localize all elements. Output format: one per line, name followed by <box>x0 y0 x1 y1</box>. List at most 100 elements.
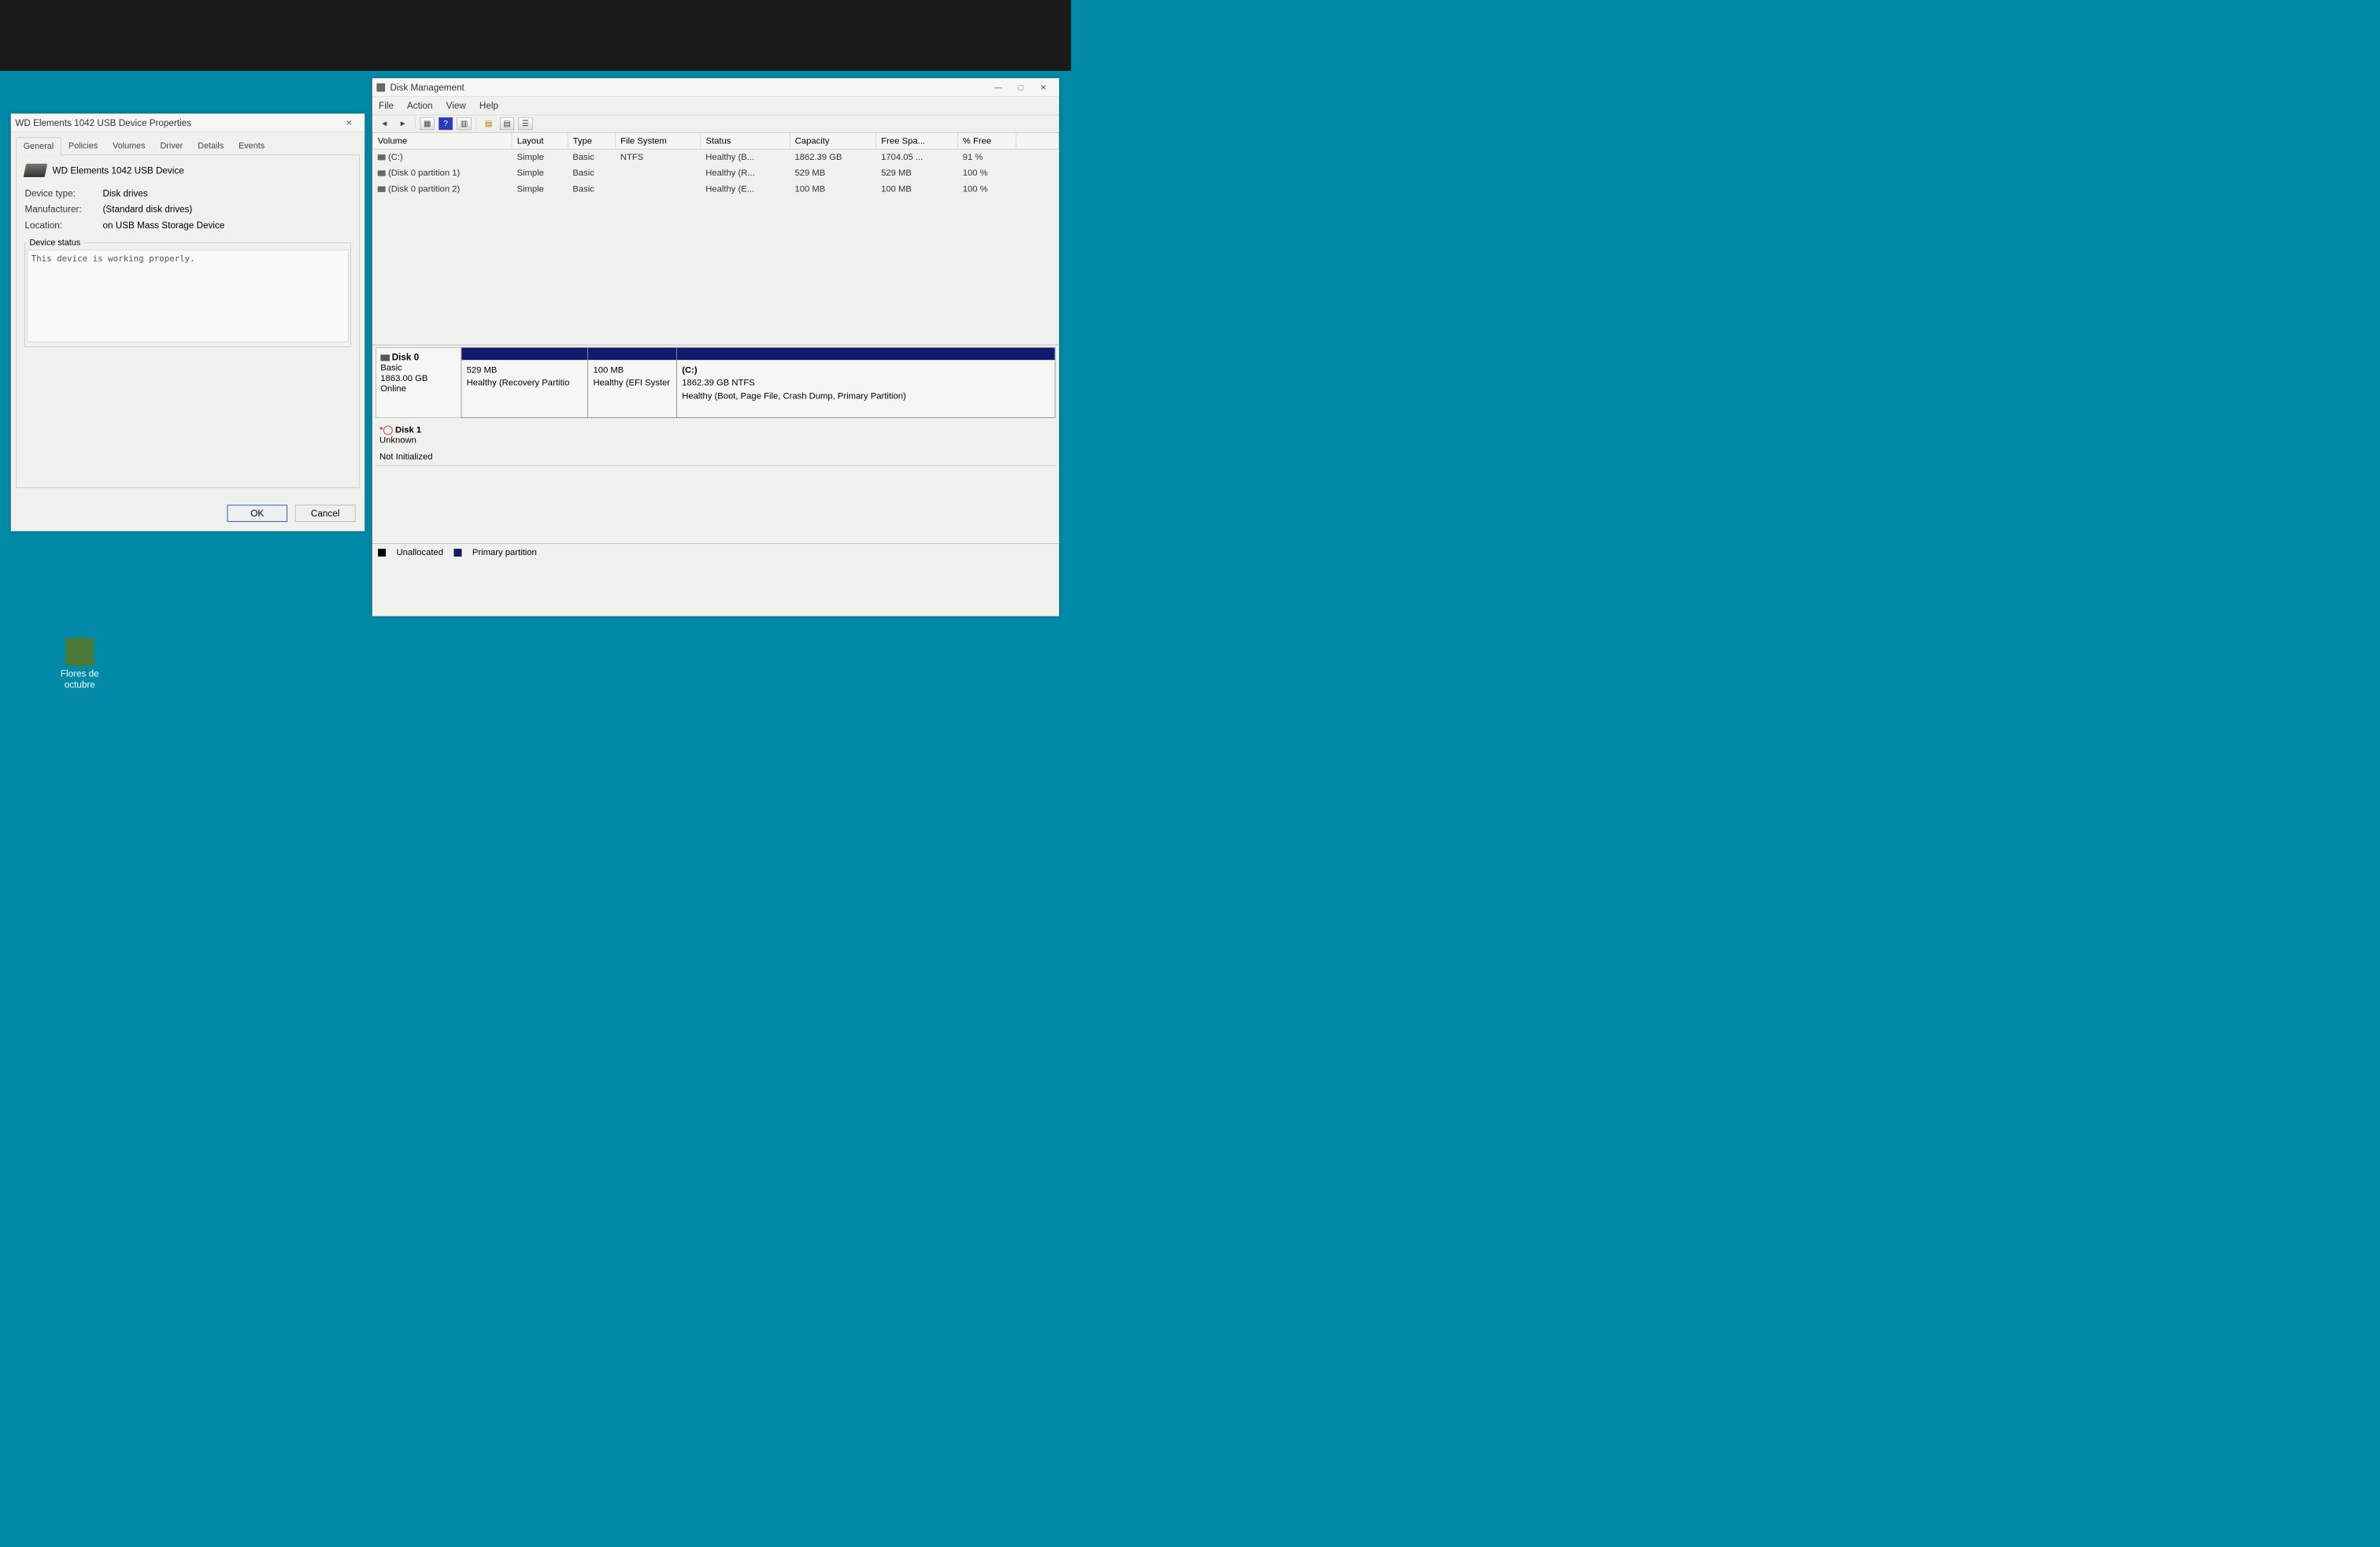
menu-file[interactable]: File <box>379 100 394 111</box>
volume-row[interactable]: (Disk 0 partition 1)SimpleBasicHealthy (… <box>372 165 1059 181</box>
volume-type: Basic <box>568 149 615 165</box>
close-icon[interactable]: ✕ <box>338 115 361 131</box>
close-icon[interactable]: ✕ <box>1032 80 1055 96</box>
volume-name: (Disk 0 partition 1) <box>372 165 512 181</box>
cancel-button[interactable]: Cancel <box>295 505 356 522</box>
properties-titlebar[interactable]: WD Elements 1042 USB Device Properties ✕ <box>11 113 365 131</box>
partition-color-bar <box>677 348 1055 360</box>
menu-help[interactable]: Help <box>479 100 498 111</box>
col-spacer <box>1016 133 1059 150</box>
volume-fs <box>616 165 701 181</box>
volume-layout: Simple <box>512 149 568 165</box>
volume-icon <box>377 171 385 176</box>
volume-row[interactable]: (Disk 0 partition 2)SimpleBasicHealthy (… <box>372 181 1059 197</box>
disk-management-icon <box>376 83 385 92</box>
tab-driver[interactable]: Driver <box>153 137 191 155</box>
properties-tabs: General Policies Volumes Driver Details … <box>16 137 360 155</box>
legend-unallocated-swatch <box>378 549 386 557</box>
manufacturer-value: (Standard disk drives) <box>103 204 193 215</box>
volume-name: (Disk 0 partition 2) <box>372 181 512 197</box>
list-icon[interactable]: ☰ <box>518 117 532 130</box>
partition-size: 1862.39 GB NTFS <box>682 378 755 388</box>
partition-title: (C:) <box>682 365 697 375</box>
disk-0-partitions: 529 MBHealthy (Recovery Partitio100 MBHe… <box>461 347 1055 417</box>
disk-0-size: 1863.00 GB <box>380 373 457 383</box>
properties-icon[interactable]: ▤ <box>500 117 514 130</box>
ok-button[interactable]: OK <box>227 505 287 522</box>
desktop-icon[interactable]: Flores de octubre <box>54 638 107 690</box>
manufacturer-label: Manufacturer: <box>25 204 103 215</box>
maximize-icon[interactable]: □ <box>1009 80 1032 96</box>
disk-drive-icon <box>24 164 48 177</box>
dm-titlebar[interactable]: Disk Management — □ ✕ <box>372 78 1059 96</box>
menu-view[interactable]: View <box>446 100 466 111</box>
tab-policies[interactable]: Policies <box>61 137 105 155</box>
volume-type: Basic <box>568 165 615 181</box>
menu-action[interactable]: Action <box>407 100 433 111</box>
col-layout[interactable]: Layout <box>512 133 568 150</box>
col-type[interactable]: Type <box>568 133 615 150</box>
disk-1-row[interactable]: *◯ Disk 1 Unknown Not Initialized <box>376 421 1055 466</box>
volume-list[interactable]: Volume Layout Type File System Status Ca… <box>372 132 1059 345</box>
disk-1-name: Disk 1 <box>395 425 421 435</box>
minimize-icon[interactable]: — <box>986 80 1009 96</box>
partition[interactable]: 529 MBHealthy (Recovery Partitio <box>461 347 588 417</box>
col-capacity[interactable]: Capacity <box>790 133 876 150</box>
volume-status: Healthy (B... <box>701 149 790 165</box>
action-icon[interactable]: ▤ <box>482 117 496 130</box>
forward-icon[interactable]: ► <box>396 117 410 130</box>
legend-primary-swatch <box>453 549 461 557</box>
disk-0-status: Online <box>380 383 457 394</box>
legend-unallocated-label: Unallocated <box>397 547 443 557</box>
volume-pct: 100 % <box>957 165 1016 181</box>
partition-size: 529 MB <box>467 365 498 375</box>
refresh-icon[interactable]: ▥ <box>457 117 472 130</box>
location-value: on USB Mass Storage Device <box>103 220 225 231</box>
volume-table: Volume Layout Type File System Status Ca… <box>372 132 1059 197</box>
volume-capacity: 100 MB <box>790 181 876 197</box>
device-status-legend: Device status <box>28 238 83 248</box>
properties-body: WD Elements 1042 USB Device Device type:… <box>16 155 360 488</box>
volume-row[interactable]: (C:)SimpleBasicNTFSHealthy (B...1862.39 … <box>372 149 1059 165</box>
col-volume[interactable]: Volume <box>372 133 512 150</box>
disk-0-name: Disk 0 <box>392 352 419 363</box>
back-icon[interactable]: ◄ <box>377 117 391 130</box>
device-type-value: Disk drives <box>103 188 148 199</box>
col-pctfree[interactable]: % Free <box>957 133 1016 150</box>
tab-general[interactable]: General <box>16 138 61 156</box>
legend-primary-label: Primary partition <box>472 547 537 557</box>
volume-icon <box>377 187 385 192</box>
tab-details[interactable]: Details <box>191 137 231 155</box>
volume-capacity: 1862.39 GB <box>790 149 876 165</box>
volume-fs <box>616 181 701 197</box>
warning-icon: *◯ <box>379 425 395 435</box>
device-properties-window: WD Elements 1042 USB Device Properties ✕… <box>11 113 365 531</box>
volume-layout: Simple <box>512 181 568 197</box>
show-hide-console-tree-icon[interactable]: ▦ <box>420 117 435 130</box>
tab-volumes[interactable]: Volumes <box>105 137 153 155</box>
tab-events[interactable]: Events <box>231 137 272 155</box>
device-status-text[interactable]: This device is working properly. <box>28 250 349 342</box>
disk-0-header[interactable]: Disk 0 Basic 1863.00 GB Online <box>376 347 461 417</box>
volume-status: Healthy (R... <box>701 165 790 181</box>
disk-1-status: Not Initialized <box>379 452 1052 462</box>
partition[interactable]: (C:)1862.39 GB NTFSHealthy (Boot, Page F… <box>677 347 1056 417</box>
disk-0-row[interactable]: Disk 0 Basic 1863.00 GB Online 529 MBHea… <box>376 347 1055 418</box>
disk-graphical-view[interactable]: Disk 0 Basic 1863.00 GB Online 529 MBHea… <box>372 345 1059 543</box>
folder-icon <box>65 638 94 666</box>
help-icon[interactable]: ? <box>439 117 453 130</box>
volume-type: Basic <box>568 181 615 197</box>
disk-management-window: Disk Management — □ ✕ File Action View H… <box>372 78 1060 616</box>
partition[interactable]: 100 MBHealthy (EFI Syster <box>588 347 677 417</box>
volume-free: 100 MB <box>876 181 958 197</box>
disk-0-type: Basic <box>380 363 457 373</box>
device-name: WD Elements 1042 USB Device <box>53 165 184 176</box>
volume-free: 529 MB <box>876 165 958 181</box>
disk-icon <box>380 355 390 361</box>
partition-size: 100 MB <box>593 365 624 375</box>
dm-title: Disk Management <box>389 82 987 93</box>
col-freespace[interactable]: Free Spa... <box>876 133 958 150</box>
col-status[interactable]: Status <box>701 133 790 150</box>
partition-color-bar <box>461 348 587 360</box>
col-filesystem[interactable]: File System <box>616 133 701 150</box>
